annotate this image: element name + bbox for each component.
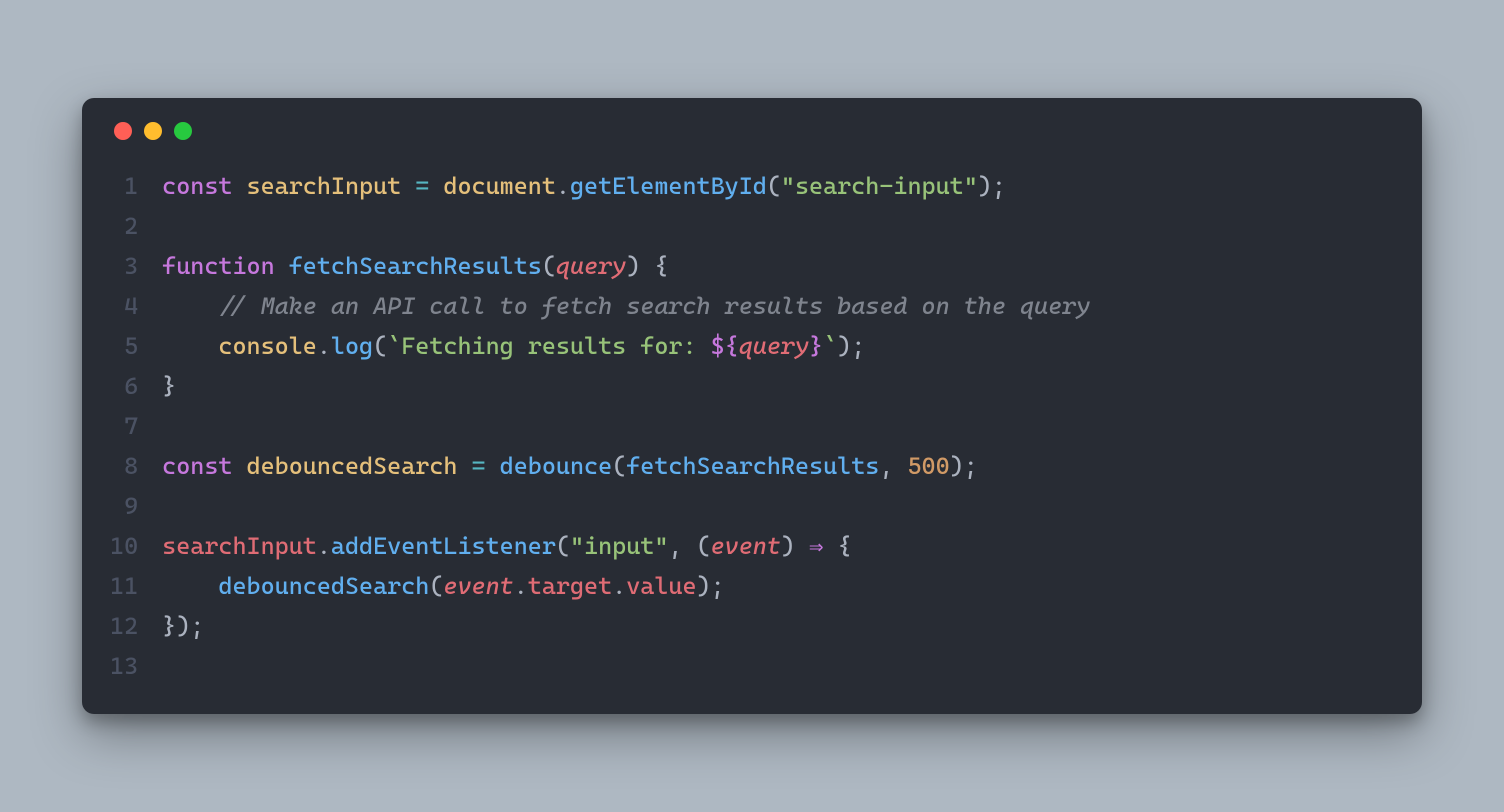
code-token: ); <box>950 452 978 480</box>
code-line[interactable] <box>162 406 1394 446</box>
code-token: ); <box>697 572 725 600</box>
code-token: const <box>162 452 246 480</box>
code-token: ( <box>542 252 556 280</box>
code-editor[interactable]: 12345678910111213 const searchInput = do… <box>110 166 1394 686</box>
code-token: . <box>317 532 331 560</box>
code-token <box>162 292 218 320</box>
code-token: ` <box>823 332 837 360</box>
code-token: } <box>162 372 176 400</box>
code-token: ); <box>978 172 1006 200</box>
code-line[interactable] <box>162 206 1394 246</box>
code-token <box>162 572 218 600</box>
code-token: ( <box>556 532 570 560</box>
code-line[interactable]: const searchInput = document.getElementB… <box>162 166 1394 206</box>
code-token: , ( <box>668 532 710 560</box>
code-line[interactable]: searchInput.addEventListener("input", (e… <box>162 526 1394 566</box>
code-line[interactable]: const debouncedSearch = debounce(fetchSe… <box>162 446 1394 486</box>
close-window-button[interactable] <box>114 122 132 140</box>
code-token: ); <box>837 332 865 360</box>
code-token: event <box>711 532 781 560</box>
code-token: fetchSearchResults <box>289 252 542 280</box>
code-token <box>162 332 218 360</box>
line-number: 8 <box>110 446 138 486</box>
code-token: value <box>626 572 696 600</box>
code-token: target <box>528 572 612 600</box>
code-token: ( <box>767 172 781 200</box>
code-content[interactable]: const searchInput = document.getElementB… <box>162 166 1394 686</box>
code-token: debouncedSearch <box>247 452 472 480</box>
code-token: . <box>317 332 331 360</box>
code-token: . <box>514 572 528 600</box>
code-token: { <box>823 532 851 560</box>
line-number: 1 <box>110 166 138 206</box>
code-line[interactable]: }); <box>162 606 1394 646</box>
code-token: document <box>443 172 556 200</box>
code-token: } <box>809 332 823 360</box>
code-token: 500 <box>907 452 949 480</box>
code-token: . <box>612 572 626 600</box>
code-line[interactable] <box>162 646 1394 686</box>
code-token: // Make an API call to fetch search resu… <box>218 292 1090 320</box>
code-token: function <box>162 252 289 280</box>
code-token: "search-input" <box>781 172 978 200</box>
code-token: searchInput <box>162 532 317 560</box>
code-token: searchInput <box>247 172 416 200</box>
code-line[interactable]: console.log(`Fetching results for: ${que… <box>162 326 1394 366</box>
code-token: ) <box>781 532 809 560</box>
code-token: }); <box>162 612 204 640</box>
line-number: 2 <box>110 206 138 246</box>
code-line[interactable]: } <box>162 366 1394 406</box>
code-token: "input" <box>570 532 668 560</box>
line-number-gutter: 12345678910111213 <box>110 166 162 686</box>
code-token: `Fetching results for: <box>387 332 710 360</box>
code-token: ( <box>429 572 443 600</box>
line-number: 9 <box>110 486 138 526</box>
code-token: . <box>556 172 570 200</box>
code-token: query <box>739 332 809 360</box>
code-token: ) { <box>626 252 668 280</box>
line-number: 5 <box>110 326 138 366</box>
code-token: event <box>443 572 513 600</box>
code-token: ( <box>373 332 387 360</box>
line-number: 10 <box>110 526 138 566</box>
code-window: 12345678910111213 const searchInput = do… <box>82 98 1422 714</box>
code-token: const <box>162 172 246 200</box>
code-line[interactable]: // Make an API call to fetch search resu… <box>162 286 1394 326</box>
code-token: , <box>879 452 907 480</box>
code-token: = <box>472 452 500 480</box>
line-number: 7 <box>110 406 138 446</box>
line-number: 6 <box>110 366 138 406</box>
code-token: log <box>331 332 373 360</box>
line-number: 13 <box>110 646 138 686</box>
code-token: ( <box>612 452 626 480</box>
code-line[interactable] <box>162 486 1394 526</box>
code-token: console <box>218 332 316 360</box>
code-token: debounce <box>500 452 613 480</box>
code-token: ⇒ <box>809 532 823 560</box>
maximize-window-button[interactable] <box>174 122 192 140</box>
code-token: fetchSearchResults <box>626 452 879 480</box>
code-line[interactable]: debouncedSearch(event.target.value); <box>162 566 1394 606</box>
code-token: debouncedSearch <box>218 572 429 600</box>
code-token: query <box>556 252 626 280</box>
line-number: 12 <box>110 606 138 646</box>
minimize-window-button[interactable] <box>144 122 162 140</box>
code-token: getElementById <box>570 172 767 200</box>
window-traffic-lights <box>114 122 1394 140</box>
line-number: 11 <box>110 566 138 606</box>
code-token: = <box>415 172 443 200</box>
code-line[interactable]: function fetchSearchResults(query) { <box>162 246 1394 286</box>
line-number: 3 <box>110 246 138 286</box>
code-token: ${ <box>711 332 739 360</box>
code-token: addEventListener <box>331 532 556 560</box>
line-number: 4 <box>110 286 138 326</box>
